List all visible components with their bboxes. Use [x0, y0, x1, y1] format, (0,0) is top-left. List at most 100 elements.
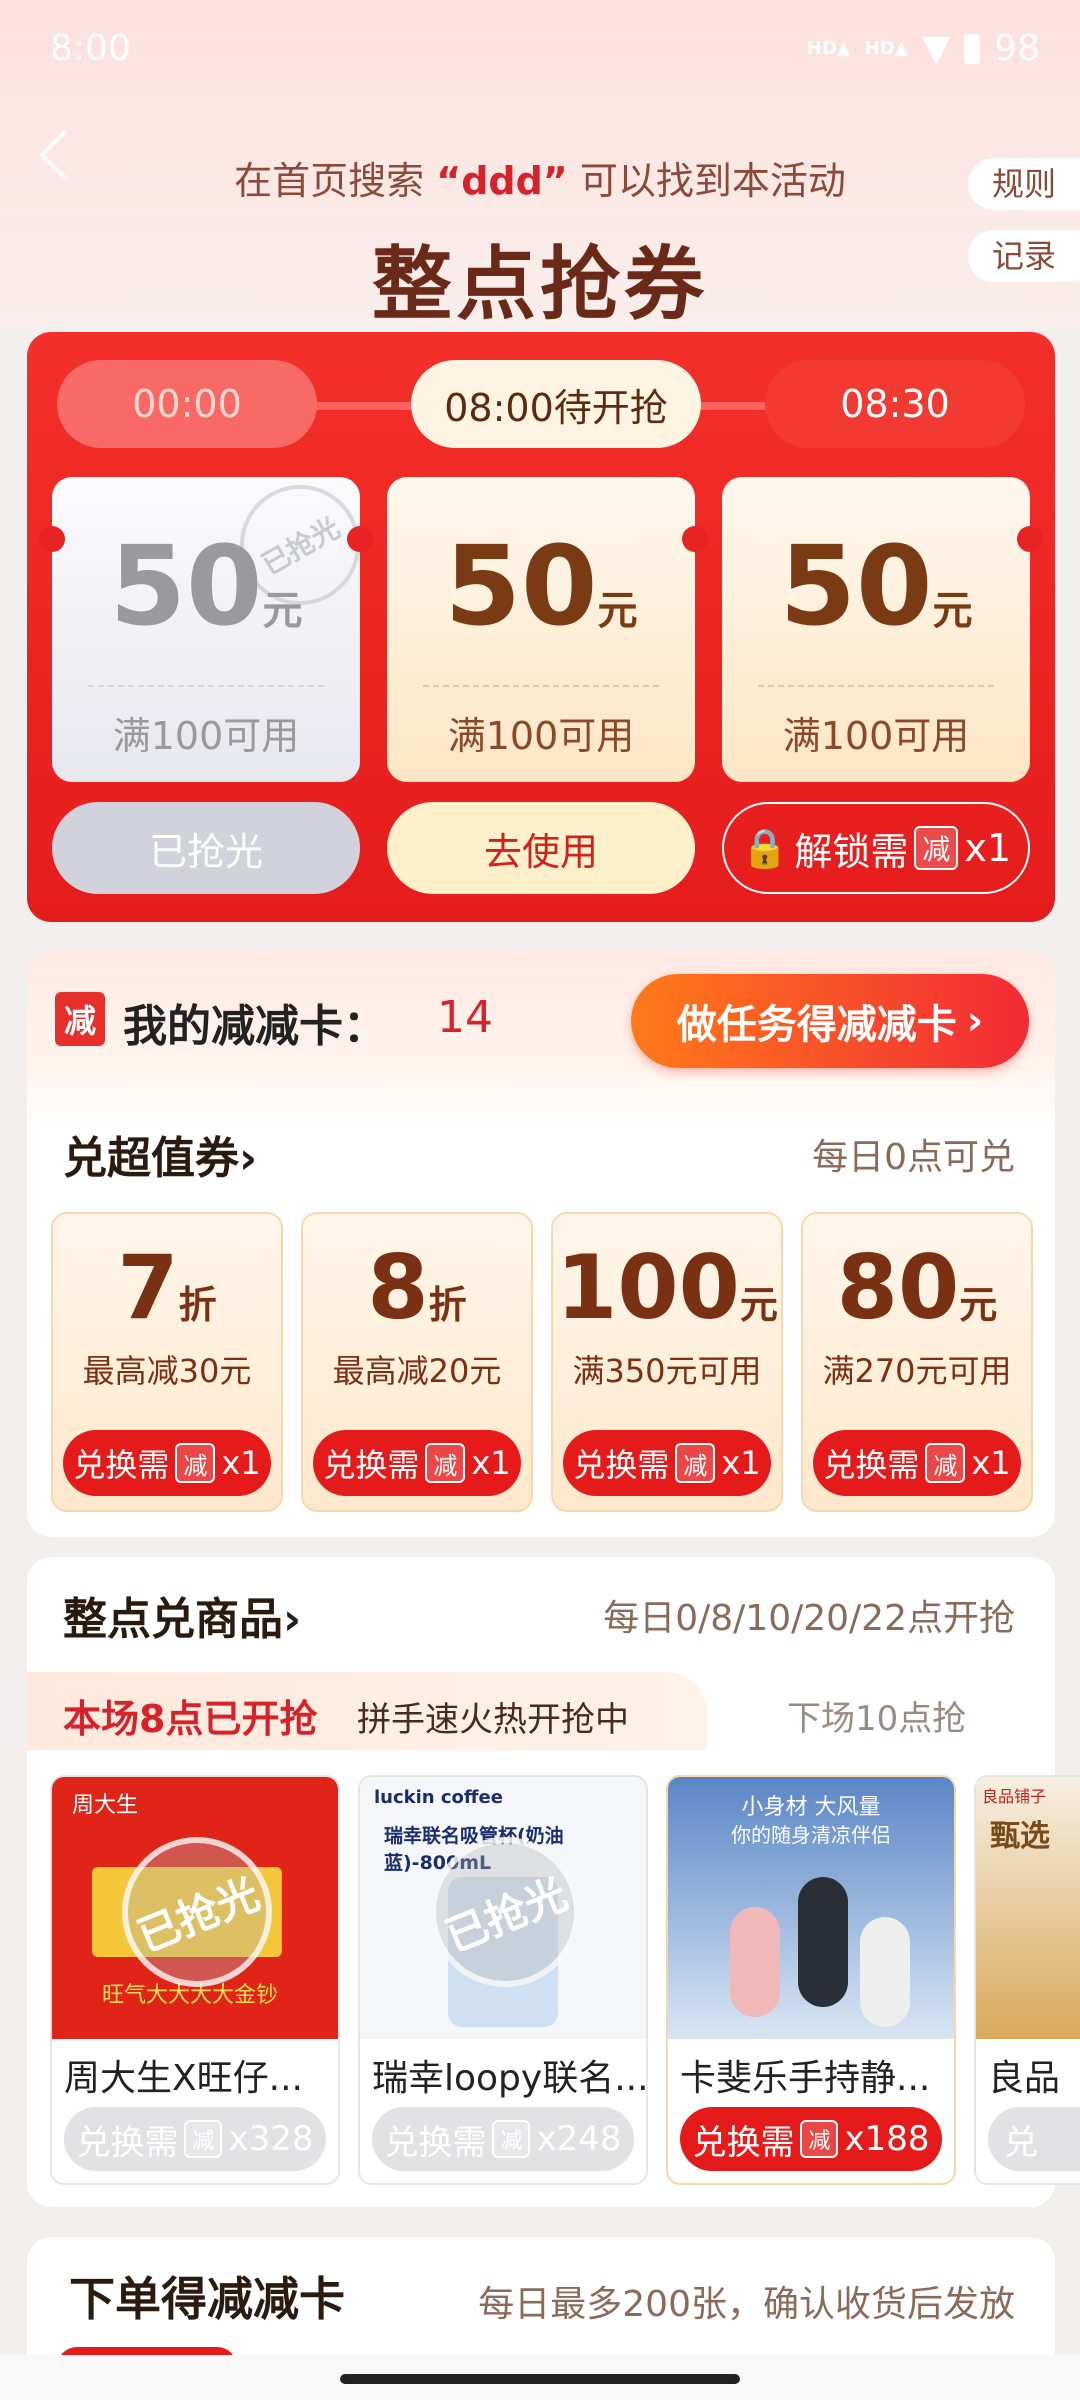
hint-suffix: 可以找到本活动 — [579, 159, 846, 203]
coupon-amount: 50元 — [779, 522, 973, 650]
voucher-desc: 最高减30元 — [82, 1352, 252, 1390]
voucher-desc: 满350元可用 — [572, 1352, 762, 1390]
voucher-value: 7折 — [117, 1236, 217, 1339]
status-bar: 8:00 HD▲ HD▲ ▼ 98 — [50, 28, 1040, 78]
product-card[interactable]: 小身材 大风量 你的随身清凉伴侣 卡斐乐手持静... 兑换需减 x188 — [666, 1775, 956, 2185]
my-card-label: 我的减减卡： — [123, 1001, 387, 1052]
task-button-label: 做任务得减减卡 — [676, 1002, 957, 1048]
battery-icon — [964, 33, 981, 64]
battery-level: 98 — [994, 28, 1040, 69]
fan-image — [798, 1877, 848, 2007]
product-image: luckin coffee 瑞幸联名吸管杯(奶油蓝)-800mL 已抢光 — [360, 1777, 646, 2039]
products-schedule: 每日0/8/10/20/22点开抢 — [603, 1598, 1015, 1639]
time-tabs: 00:00 08:00待开抢 08:30 — [57, 360, 1025, 448]
voucher-card[interactable]: 80元 满270元可用 兑换需减 x1 — [801, 1212, 1033, 1512]
image-caption: 甄选 — [990, 1819, 1050, 1854]
coupon-condition: 满100可用 — [447, 714, 635, 758]
wifi-icon: ▼ — [922, 28, 951, 69]
product-card[interactable]: 良品铺子 甄选 良品 兑 — [974, 1775, 1080, 2185]
tab-0800[interactable]: 08:00待开抢 — [411, 360, 701, 448]
lock-icon: 🔒 — [740, 825, 789, 870]
voucher-desc: 最高减20元 — [332, 1352, 502, 1390]
products-title[interactable]: 整点兑商品› — [63, 1583, 301, 1647]
status-time: 8:00 — [50, 28, 131, 69]
hint-prefix: 在首页搜索 — [234, 159, 425, 203]
exchange-button[interactable]: 兑换需减 x328 — [64, 2107, 326, 2171]
card-notch — [39, 526, 65, 552]
coupon-card: 50元 满100可用 — [722, 477, 1030, 782]
exchange-button[interactable]: 兑换需减 x1 — [63, 1430, 271, 1496]
coupon-condition: 满100可用 — [782, 714, 970, 758]
use-coupon-button[interactable]: 去使用 — [387, 802, 695, 894]
product-name: 周大生X旺仔... — [64, 2058, 303, 2099]
coupon-amount: 50元 — [444, 522, 638, 650]
exchange-button[interactable]: 兑换需减 x1 — [813, 1430, 1021, 1496]
records-button[interactable]: 记录 — [968, 230, 1080, 282]
exchange-button[interactable]: 兑 — [988, 2107, 1080, 2171]
coupon-card: 已抢光 50元 满100可用 — [52, 463, 382, 782]
reduce-card-icon: 减 — [184, 2120, 223, 2158]
hint-keyword: “ddd” — [436, 159, 568, 203]
brand-label: 周大生 — [72, 1793, 139, 1818]
product-name: 卡斐乐手持静... — [680, 2058, 931, 2099]
card-notch — [1017, 526, 1043, 552]
sold-out-button[interactable]: 已抢光 — [52, 802, 360, 894]
reduce-card-icon: 减 — [55, 992, 105, 1046]
coupon-card: 50元 满100可用 — [387, 477, 695, 782]
exchange-title[interactable]: 兑超值券› — [63, 1122, 257, 1186]
page-title: 整点抢券 — [372, 238, 708, 331]
coupon-condition: 满100可用 — [112, 714, 300, 758]
my-card-section: 减 我的减减卡： 14 做任务得减减卡 › 兑超值券› 每日0点可兑 7折 最高… — [27, 952, 1055, 1537]
chevron-right-icon: › — [966, 998, 984, 1044]
brand-label: 良品铺子 — [982, 1787, 1047, 1806]
exchange-button[interactable]: 兑换需减 x1 — [313, 1430, 521, 1496]
voucher-card[interactable]: 100元 满350元可用 兑换需减 x1 — [551, 1212, 783, 1512]
reduce-card-icon: 减 — [175, 1443, 216, 1483]
search-hint: 在首页搜索 “ddd” 可以找到本活动 — [0, 150, 1080, 205]
home-indicator[interactable] — [340, 2374, 740, 2384]
exchange-button[interactable]: 兑换需减 x248 — [372, 2107, 634, 2171]
product-card[interactable]: 周大生 旺气大大大大金钞 已抢光 周大生X旺仔... 兑换需减 x328 — [50, 1775, 340, 2185]
exchange-button[interactable]: 兑换需减 x188 — [680, 2107, 942, 2171]
rules-button[interactable]: 规则 — [968, 158, 1080, 210]
tab-0830[interactable]: 08:30 — [765, 360, 1025, 448]
voucher-card[interactable]: 8折 最高减20元 兑换需减 x1 — [301, 1212, 533, 1512]
reduce-card-icon: 减 — [425, 1443, 466, 1483]
voucher-desc: 满270元可用 — [822, 1352, 1012, 1390]
divider — [758, 685, 994, 687]
fan-image — [730, 1907, 780, 2017]
current-session-tab[interactable]: 本场8点已开抢 拼手速火热开抢中 — [27, 1672, 707, 1750]
my-card-count: 14 — [437, 992, 493, 1043]
reduce-card-icon: 减 — [675, 1443, 716, 1483]
current-session-sub: 拼手速火热开抢中 — [357, 1700, 629, 1740]
card-notch — [682, 526, 708, 552]
divider — [423, 685, 659, 687]
voucher-value: 100元 — [556, 1236, 778, 1339]
fan-image — [860, 1917, 910, 2027]
task-button[interactable]: 做任务得减减卡 › — [631, 974, 1029, 1068]
image-subcaption: 你的随身清凉伴侣 — [731, 1823, 891, 1847]
voucher-card[interactable]: 7折 最高减30元 兑换需减 x1 — [51, 1212, 283, 1512]
product-image: 小身材 大风量 你的随身清凉伴侣 — [668, 1777, 954, 2039]
unlock-label: 解锁需 — [794, 829, 909, 874]
order-title: 下单得减减卡 — [69, 2272, 345, 2326]
next-session-tab[interactable]: 下场10点抢 — [787, 1691, 966, 1740]
coupon-amount: 50元 — [109, 522, 303, 650]
image-caption: 小身材 大风量 — [741, 1795, 881, 1820]
signal-icon: HD▲ — [806, 38, 851, 59]
voucher-value: 80元 — [836, 1236, 998, 1339]
reduce-card-icon: 减 — [914, 826, 959, 870]
reduce-card-icon: 减 — [800, 2120, 839, 2158]
product-name: 良品 — [988, 2058, 1061, 2099]
unlock-button[interactable]: 🔒 解锁需 减 x1 — [722, 802, 1030, 894]
voucher-value: 8折 — [367, 1236, 467, 1339]
product-card[interactable]: luckin coffee 瑞幸联名吸管杯(奶油蓝)-800mL 已抢光 瑞幸l… — [358, 1775, 648, 2185]
unlock-count: x1 — [964, 826, 1011, 870]
flash-sale-panel: 00:00 08:00待开抢 08:30 已抢光 50元 满100可用 50元 … — [27, 332, 1055, 922]
order-note: 每日最多200张，确认收货后发放 — [478, 2284, 1015, 2325]
tab-0000[interactable]: 00:00 — [57, 360, 317, 448]
exchange-button[interactable]: 兑换需减 x1 — [563, 1430, 771, 1496]
product-image: 周大生 旺气大大大大金钞 已抢光 — [52, 1777, 338, 2039]
product-name: 瑞幸loopy联名... — [372, 2058, 648, 2099]
product-image: 良品铺子 甄选 — [976, 1777, 1080, 2039]
